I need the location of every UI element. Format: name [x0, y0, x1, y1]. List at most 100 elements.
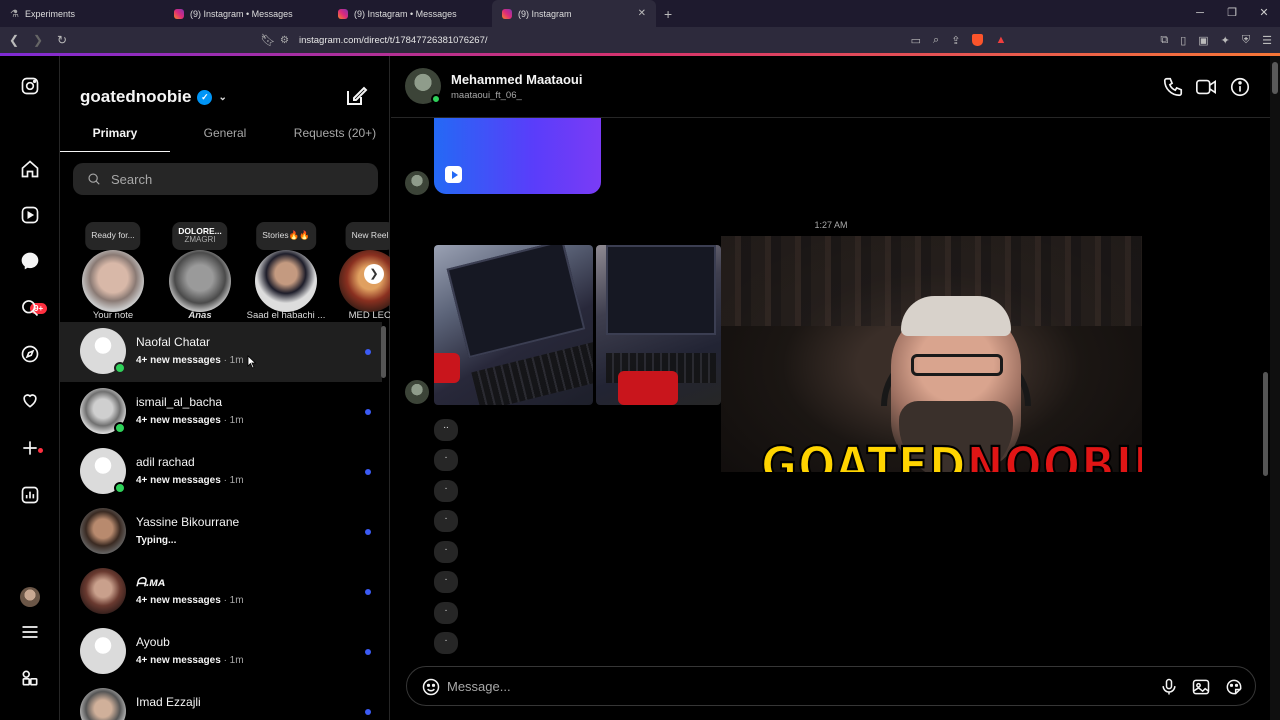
- message-input[interactable]: [447, 676, 1097, 696]
- instagram-favicon-icon: [338, 8, 348, 19]
- thread-row[interactable]: ᗩ.ᴍᴀ 4+ new messages · 1m: [60, 562, 382, 622]
- note-text: New Reel: [351, 230, 389, 241]
- note-text: Stories🔥🔥: [262, 230, 310, 241]
- tab-primary[interactable]: Primary: [60, 126, 170, 152]
- back-icon[interactable]: ❮: [4, 33, 24, 47]
- inbox-tabs: Primary General Requests (20+): [60, 126, 390, 152]
- avatar: [80, 628, 126, 674]
- browser-tab-messages-2[interactable]: (9) Instagram • Messages: [328, 0, 492, 27]
- vpn-icon[interactable]: ⛨: [1242, 34, 1250, 47]
- forward-icon[interactable]: ❯: [28, 33, 48, 47]
- thread-row[interactable]: Naofal Chatar 4+ new messages · 1m: [60, 322, 382, 382]
- message-bubble[interactable]: .: [434, 541, 458, 563]
- sidebar-toggle-icon[interactable]: ▯: [1180, 34, 1186, 47]
- search-box[interactable]: Search: [73, 163, 378, 195]
- cast-icon[interactable]: ▭: [911, 34, 921, 47]
- sender-avatar: [405, 171, 429, 195]
- brave-rewards-icon[interactable]: ▲: [995, 34, 1006, 46]
- message-bubble[interactable]: .: [434, 449, 458, 471]
- sticker-icon[interactable]: [1224, 677, 1244, 697]
- instagram-logo-icon[interactable]: [18, 74, 42, 98]
- home-icon[interactable]: [18, 157, 42, 181]
- thread-name: adil rachad: [136, 455, 195, 469]
- photo-message[interactable]: [596, 245, 721, 405]
- thread-name: Imad Ezzajli: [136, 695, 201, 709]
- create-plus-icon[interactable]: [18, 436, 42, 460]
- extensions-icon[interactable]: ⧉: [1160, 34, 1168, 47]
- chat-scrollbar[interactable]: [1263, 372, 1268, 476]
- tab-requests[interactable]: Requests (20+): [280, 126, 390, 152]
- message-bubble[interactable]: .: [434, 480, 458, 502]
- also-from-meta-icon[interactable]: [18, 666, 42, 690]
- site-info-icon[interactable]: ⚙: [280, 35, 289, 46]
- chevron-right-icon[interactable]: ❯: [364, 264, 384, 284]
- channel-logo: GOATEDNOOBIE: [760, 436, 1142, 472]
- reels-icon[interactable]: [18, 203, 42, 227]
- new-tab-icon[interactable]: +: [656, 6, 680, 22]
- chat-header: Mehammed Maataoui maataoui_ft_06_: [391, 56, 1271, 118]
- close-window-icon[interactable]: ✕: [1248, 0, 1280, 27]
- search-icon[interactable]: [18, 296, 42, 320]
- thread-row[interactable]: Imad Ezzajli: [60, 682, 382, 720]
- leo-ai-icon[interactable]: ✦: [1221, 34, 1230, 47]
- maximize-icon[interactable]: ❐: [1216, 0, 1248, 27]
- thread-row[interactable]: ismail_al_bacha 4+ new messages · 1m: [60, 382, 382, 442]
- info-icon[interactable]: [1229, 76, 1251, 98]
- chat-contact-username: maataoui_ft_06_: [451, 90, 522, 101]
- page-scrollbar[interactable]: [1270, 56, 1280, 720]
- avatar: [82, 250, 144, 312]
- address-bar[interactable]: ⚙ instagram.com/direct/t/178477263810762…: [280, 30, 1000, 50]
- message-bubble[interactable]: .: [434, 602, 458, 624]
- thread-list: Naofal Chatar 4+ new messages · 1m ismai…: [60, 322, 390, 720]
- tab-general[interactable]: General: [170, 126, 280, 152]
- wallet-icon[interactable]: ▣: [1198, 34, 1208, 47]
- message-bubble[interactable]: .: [434, 571, 458, 593]
- avatar: [169, 250, 231, 312]
- unread-dot: [365, 589, 371, 595]
- thread-status: 4+ new messages: [136, 415, 221, 426]
- browser-tab-instagram[interactable]: (9) Instagram ✕: [492, 0, 656, 27]
- brave-shield-icon[interactable]: [972, 34, 984, 46]
- photo-message[interactable]: [434, 245, 593, 405]
- thread-row[interactable]: Yassine Bikourrane Typing...: [60, 502, 382, 562]
- thread-time: · 1m: [223, 595, 244, 606]
- emoji-icon[interactable]: [421, 677, 441, 697]
- thread-row[interactable]: adil rachad 4+ new messages · 1m: [60, 442, 382, 502]
- reload-icon[interactable]: ↻: [52, 33, 72, 47]
- minimize-icon[interactable]: ─: [1184, 0, 1216, 27]
- chat-contact-name[interactable]: Mehammed Maataoui: [451, 72, 582, 87]
- message-bubble[interactable]: .: [434, 632, 458, 654]
- thread-row[interactable]: Ayoub 4+ new messages · 1m: [60, 622, 382, 682]
- notifications-heart-icon[interactable]: [18, 388, 42, 412]
- bookmark-icon[interactable]: 🔖︎: [258, 33, 278, 47]
- shared-reel-message[interactable]: [434, 118, 601, 194]
- dashboard-icon[interactable]: [18, 483, 42, 507]
- image-upload-icon[interactable]: [1191, 677, 1211, 697]
- share-icon[interactable]: ⇪: [951, 34, 960, 47]
- phone-icon[interactable]: [1162, 76, 1184, 98]
- profile-avatar[interactable]: [20, 587, 40, 607]
- close-tab-icon[interactable]: ✕: [638, 8, 646, 19]
- message-bubble[interactable]: ..: [434, 419, 458, 441]
- thread-status: 4+ new messages: [136, 655, 221, 666]
- messenger-icon[interactable]: [18, 249, 42, 273]
- note-bubble: DOLORE... ZMAGRI: [172, 222, 228, 250]
- explore-icon[interactable]: [18, 342, 42, 366]
- browser-tab-messages-1[interactable]: (9) Instagram • Messages: [164, 0, 328, 27]
- microphone-icon[interactable]: [1159, 677, 1179, 697]
- menu-icon[interactable]: ☰: [1262, 34, 1272, 47]
- instagram-favicon-icon: [502, 8, 512, 19]
- inbox-scrollbar[interactable]: [381, 326, 386, 378]
- note-name: Your note: [92, 310, 134, 321]
- browser-tab-experiments[interactable]: ⚗ Experiments: [0, 0, 164, 27]
- note-text: Ready for...: [91, 230, 135, 241]
- video-call-icon[interactable]: [1195, 76, 1217, 98]
- note-name: Saad el habachi ...: [246, 310, 326, 321]
- account-switcher[interactable]: goatednoobie ✓ ⌄: [80, 87, 227, 107]
- chat-avatar[interactable]: [405, 68, 441, 104]
- message-bubble[interactable]: .: [434, 510, 458, 532]
- more-menu-icon[interactable]: [18, 620, 42, 644]
- search-placeholder: Search: [111, 171, 153, 187]
- zoom-icon[interactable]: ⌕: [933, 34, 939, 47]
- new-message-icon[interactable]: [344, 84, 368, 108]
